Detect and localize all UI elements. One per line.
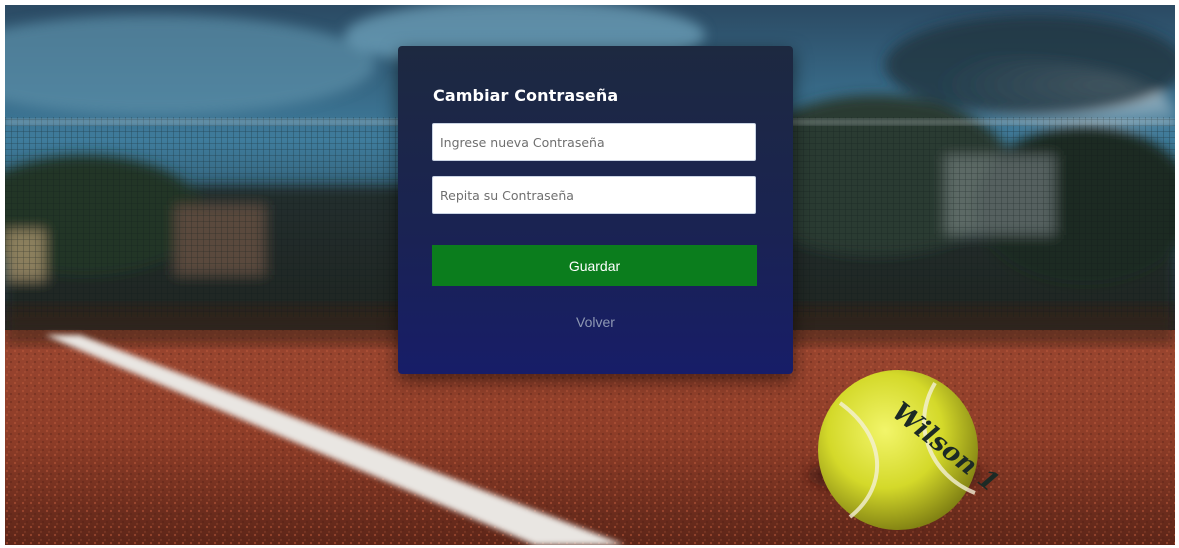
back-link[interactable]: Volver [398, 314, 793, 330]
card-title: Cambiar Contraseña [433, 86, 619, 105]
page-frame: Wilson 1 Cambiar Contraseña Guardar Volv… [5, 5, 1175, 545]
save-button[interactable]: Guardar [432, 245, 757, 286]
new-password-field[interactable] [432, 123, 756, 161]
repeat-password-field[interactable] [432, 176, 756, 214]
change-password-card: Cambiar Contraseña Guardar Volver [398, 46, 793, 374]
